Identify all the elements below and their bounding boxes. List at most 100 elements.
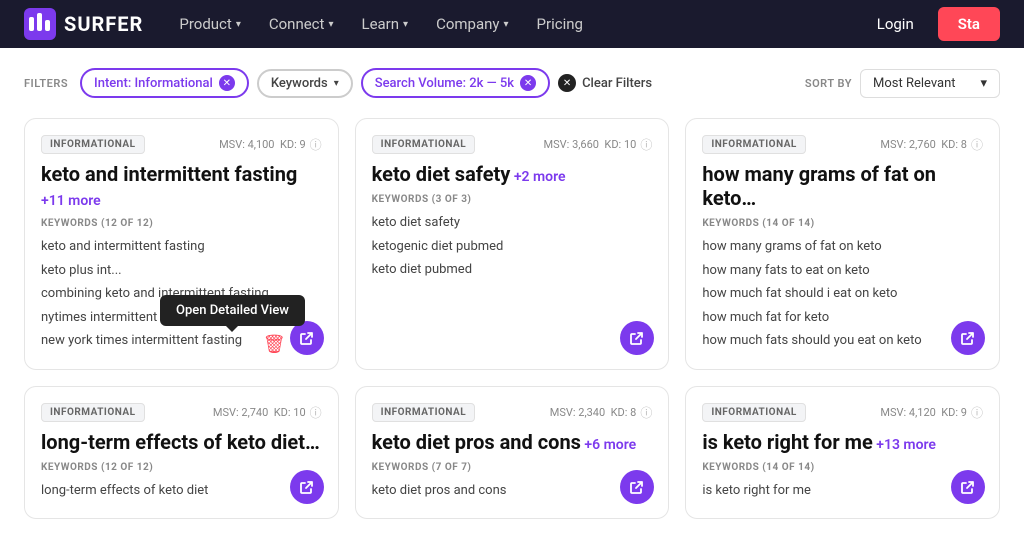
keyword-item: keto diet pubmed bbox=[372, 258, 653, 282]
keywords-label: KEYWORDS (14 OF 14) bbox=[702, 218, 983, 229]
card-title: keto diet pros and cons +6 more bbox=[372, 430, 653, 454]
filters-row: FILTERS Intent: Informational ✕ Keywords… bbox=[24, 68, 1000, 98]
keywords-label: KEYWORDS (14 OF 14) bbox=[702, 462, 983, 473]
keywords-label: KEYWORDS (7 OF 7) bbox=[372, 462, 653, 473]
open-article-button[interactable] bbox=[290, 470, 324, 504]
keywords-label: KEYWORDS (12 OF 12) bbox=[41, 462, 322, 473]
sort-right: SORT BY Most Relevant ▾ bbox=[805, 69, 1000, 98]
info-icon: ⓘ bbox=[971, 404, 983, 421]
card-title: how many grams of fat on keto… bbox=[702, 162, 983, 210]
card-meta: MSV: 3,660 KD: 10 ⓘ bbox=[544, 136, 653, 153]
keyword-item: long-term effects of keto diet bbox=[41, 479, 322, 503]
info-icon: ⓘ bbox=[310, 136, 322, 153]
info-icon: ⓘ bbox=[971, 136, 983, 153]
nav-item-pricing[interactable]: Pricing bbox=[525, 7, 595, 41]
open-article-button[interactable] bbox=[951, 321, 985, 355]
more-tag: +2 more bbox=[510, 169, 565, 185]
card-item[interactable]: INFORMATIONAL MSV: 4,120 KD: 9 ⓘ is keto… bbox=[685, 386, 1000, 520]
filter-search-volume[interactable]: Search Volume: 2k — 5k ✕ bbox=[361, 68, 550, 98]
nav-item-product[interactable]: Product ▾ bbox=[167, 7, 252, 41]
card-top: INFORMATIONAL MSV: 4,120 KD: 9 ⓘ bbox=[702, 403, 983, 422]
login-button[interactable]: Login bbox=[865, 9, 926, 39]
external-link-icon bbox=[299, 330, 315, 346]
external-link-icon bbox=[629, 479, 645, 495]
open-article-button[interactable] bbox=[620, 321, 654, 355]
nav-right: Login Sta bbox=[865, 7, 1000, 41]
card-item[interactable]: INFORMATIONAL MSV: 2,740 KD: 10 ⓘ long-t… bbox=[24, 386, 339, 520]
keyword-item: how many fats to eat on keto bbox=[702, 259, 983, 283]
card-meta: MSV: 2,740 KD: 10 ⓘ bbox=[213, 404, 322, 421]
keyword-item: keto diet safety bbox=[372, 211, 653, 235]
keyword-item: keto plus int... bbox=[41, 259, 322, 283]
chevron-down-icon: ▾ bbox=[334, 78, 339, 89]
card-title: keto and intermittent fasting +11 more bbox=[41, 162, 322, 210]
keyword-item: how many grams of fat on keto bbox=[702, 235, 983, 259]
card-meta: MSV: 2,340 KD: 8 ⓘ bbox=[550, 404, 653, 421]
filter-keywords[interactable]: Keywords ▾ bbox=[257, 69, 353, 98]
card-meta: MSV: 2,760 KD: 8 ⓘ bbox=[880, 136, 983, 153]
card-item[interactable]: INFORMATIONAL MSV: 3,660 KD: 10 ⓘ keto d… bbox=[355, 118, 670, 370]
card-title: long-term effects of keto diet… bbox=[41, 430, 322, 454]
chevron-down-icon: ▾ bbox=[328, 19, 333, 30]
chevron-down-icon: ▾ bbox=[403, 19, 408, 30]
info-icon: ⓘ bbox=[640, 404, 652, 421]
external-link-icon bbox=[299, 479, 315, 495]
card-badge: INFORMATIONAL bbox=[41, 135, 145, 154]
card-meta: MSV: 4,100 KD: 9 ⓘ bbox=[219, 136, 322, 153]
card-badge: INFORMATIONAL bbox=[372, 403, 476, 422]
card-item[interactable]: INFORMATIONAL MSV: 2,760 KD: 8 ⓘ how man… bbox=[685, 118, 1000, 370]
keyword-item: how much fat should i eat on keto bbox=[702, 282, 983, 306]
keywords-label: KEYWORDS (12 OF 12) bbox=[41, 218, 322, 229]
keywords-label: KEYWORDS (3 OF 3) bbox=[372, 194, 653, 205]
card-title: is keto right for me +13 more bbox=[702, 430, 983, 454]
logo[interactable]: SURFER bbox=[24, 8, 143, 40]
keyword-item: how much fat for keto bbox=[702, 306, 983, 330]
card-top: INFORMATIONAL MSV: 2,760 KD: 8 ⓘ bbox=[702, 135, 983, 154]
open-detailed-view-tooltip: Open Detailed View bbox=[160, 295, 305, 326]
more-tag: +13 more bbox=[873, 437, 936, 453]
remove-intent-icon[interactable]: ✕ bbox=[219, 75, 235, 91]
card-item[interactable]: INFORMATIONAL MSV: 2,340 KD: 8 ⓘ keto di… bbox=[355, 386, 670, 520]
chevron-down-icon: ▾ bbox=[236, 19, 241, 30]
more-tag: +6 more bbox=[581, 437, 636, 453]
card-item[interactable]: INFORMATIONAL MSV: 4,100 KD: 9 ⓘ keto an… bbox=[24, 118, 339, 370]
keyword-item: is keto right for me bbox=[702, 479, 983, 503]
chevron-down-icon: ▾ bbox=[980, 76, 987, 91]
keyword-item: keto diet pros and cons bbox=[372, 479, 653, 503]
keyword-item: ketogenic diet pubmed bbox=[372, 235, 653, 259]
card-top: INFORMATIONAL MSV: 2,340 KD: 8 ⓘ bbox=[372, 403, 653, 422]
info-icon: ⓘ bbox=[310, 404, 322, 421]
card-badge: INFORMATIONAL bbox=[702, 135, 806, 154]
delete-icon[interactable]: 🗑 bbox=[263, 334, 286, 355]
keyword-item: keto and intermittent fasting bbox=[41, 235, 322, 259]
card-title: keto diet safety +2 more bbox=[372, 162, 653, 186]
x-circle-icon: ✕ bbox=[558, 74, 576, 92]
logo-text: SURFER bbox=[64, 12, 143, 36]
card-meta: MSV: 4,120 KD: 9 ⓘ bbox=[880, 404, 983, 421]
nav-items: Product ▾ Connect ▾ Learn ▾ Company ▾ Pr… bbox=[167, 7, 864, 41]
card-badge: INFORMATIONAL bbox=[702, 403, 806, 422]
filters-label: FILTERS bbox=[24, 77, 68, 90]
nav-item-connect[interactable]: Connect ▾ bbox=[257, 7, 346, 41]
nav-item-company[interactable]: Company ▾ bbox=[424, 7, 520, 41]
sort-select[interactable]: Most Relevant ▾ bbox=[860, 69, 1000, 98]
main-content: FILTERS Intent: Informational ✕ Keywords… bbox=[0, 48, 1024, 539]
navbar: SURFER Product ▾ Connect ▾ Learn ▾ Compa… bbox=[0, 0, 1024, 48]
more-tag: +11 more bbox=[41, 193, 101, 209]
external-link-icon bbox=[960, 330, 976, 346]
filter-intent[interactable]: Intent: Informational ✕ bbox=[80, 68, 249, 98]
chevron-down-icon: ▾ bbox=[504, 19, 509, 30]
filters-left: FILTERS Intent: Informational ✕ Keywords… bbox=[24, 68, 652, 98]
external-link-icon bbox=[629, 330, 645, 346]
card-top: INFORMATIONAL MSV: 3,660 KD: 10 ⓘ bbox=[372, 135, 653, 154]
clear-filters-button[interactable]: ✕ Clear Filters bbox=[558, 74, 652, 92]
start-button[interactable]: Sta bbox=[938, 7, 1000, 41]
info-icon: ⓘ bbox=[640, 136, 652, 153]
card-badge: INFORMATIONAL bbox=[41, 403, 145, 422]
keyword-item: how much fats should you eat on keto bbox=[702, 329, 983, 353]
sort-label: SORT BY bbox=[805, 77, 852, 90]
remove-volume-icon[interactable]: ✕ bbox=[520, 75, 536, 91]
nav-item-learn[interactable]: Learn ▾ bbox=[349, 7, 420, 41]
card-badge: INFORMATIONAL bbox=[372, 135, 476, 154]
open-article-button[interactable] bbox=[951, 470, 985, 504]
